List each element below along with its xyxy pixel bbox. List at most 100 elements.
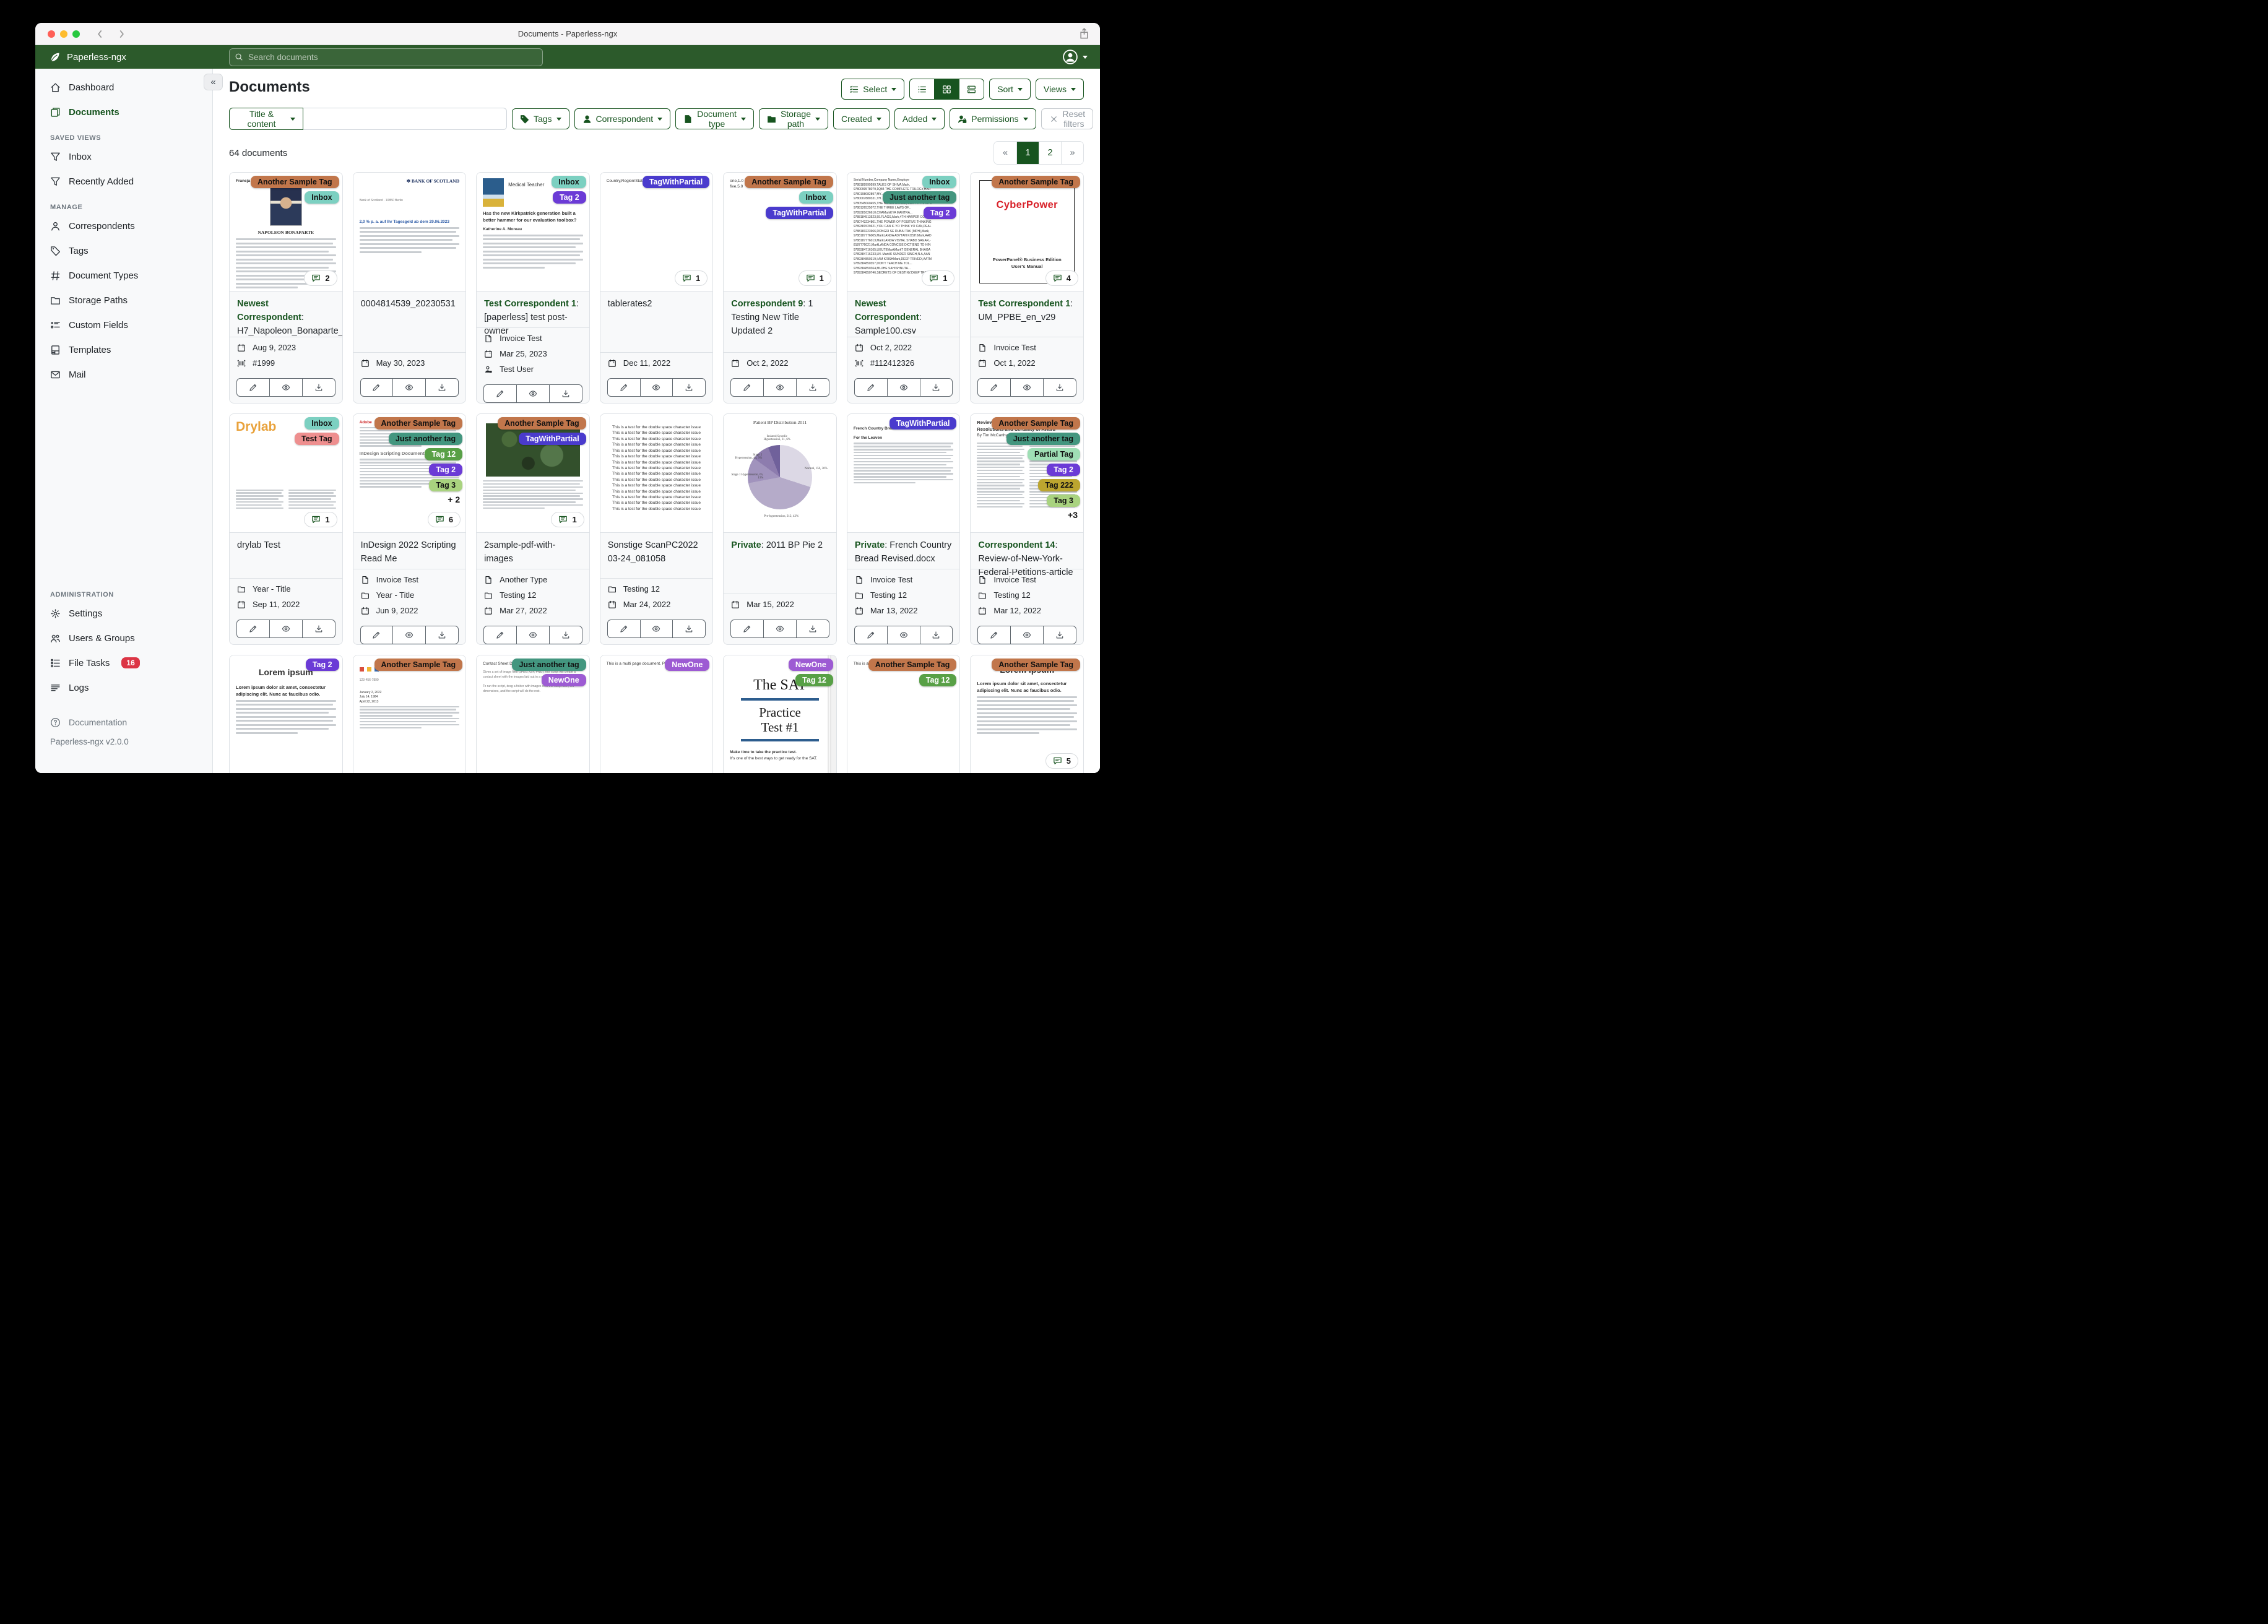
card-thumbnail[interactable]: Drylab Inbox Test Tag 1: [230, 414, 342, 533]
preview-button[interactable]: [639, 620, 673, 638]
filter-button-created[interactable]: Created: [833, 108, 889, 129]
card-thumbnail[interactable]: Serial Number,Company Name,Employe 978818…: [847, 173, 960, 292]
tag-pill-another-sample[interactable]: Another Sample Tag: [374, 417, 463, 430]
tag-pill-tag2[interactable]: Tag 2: [923, 207, 957, 219]
sidebar-item-custom-fields[interactable]: Custom Fields: [35, 313, 212, 337]
preview-button[interactable]: [392, 378, 426, 397]
document-card[interactable]: This is a multi page document. Page 1. Ne…: [599, 655, 714, 773]
card-thumbnail[interactable]: Patient BP Distribution 2011 Isolated Sys…: [724, 414, 836, 533]
preview-button[interactable]: [392, 626, 426, 644]
app-brand[interactable]: Paperless-ngx: [35, 51, 213, 63]
sidebar-item-inbox[interactable]: Inbox: [35, 144, 212, 169]
reset-filters-button[interactable]: Reset filters: [1041, 108, 1094, 129]
tag-pill-just-another[interactable]: Just another tag: [1006, 433, 1080, 445]
sidebar-item-mail[interactable]: Mail: [35, 362, 212, 387]
download-button[interactable]: [425, 378, 459, 397]
comment-badge[interactable]: 5: [1045, 753, 1078, 769]
download-button[interactable]: [425, 626, 459, 644]
zoom-window-button[interactable]: [72, 30, 80, 38]
document-card[interactable]: This is a test for the double space char…: [599, 413, 714, 645]
pagination-prev[interactable]: «: [994, 142, 1016, 164]
edit-button[interactable]: [730, 620, 764, 638]
download-button[interactable]: [672, 378, 706, 397]
download-button[interactable]: [1043, 626, 1076, 644]
sidebar-item-file-tasks[interactable]: File Tasks 16: [35, 650, 212, 675]
card-thumbnail[interactable]: Test Name123-456-7890January 2, 2022July…: [353, 655, 466, 773]
edit-button[interactable]: [977, 378, 1011, 397]
card-thumbnail[interactable]: Adobe InDesign Scripting Documentation Ano…: [353, 414, 466, 533]
document-card[interactable]: Adobe InDesign Scripting Documentation Ano…: [352, 413, 467, 645]
tag-pill-just-another[interactable]: Just another tag: [883, 191, 957, 204]
browser-back-icon[interactable]: [95, 28, 106, 40]
card-title[interactable]: 2sample-pdf-with-images: [477, 533, 589, 569]
edit-button[interactable]: [977, 626, 1011, 644]
card-thumbnail[interactable]: Medical Teacher Has the new Kirkpatrick g…: [477, 173, 589, 292]
preview-button[interactable]: [639, 378, 673, 397]
document-card[interactable]: This is a test Another Sample Tag Tag 12: [846, 655, 961, 773]
download-button[interactable]: [919, 378, 953, 397]
sidebar-item-users-groups[interactable]: Users & Groups: [35, 626, 212, 650]
close-window-button[interactable]: [48, 30, 55, 38]
minimize-window-button[interactable]: [60, 30, 67, 38]
tag-pill-inbox[interactable]: Inbox: [305, 191, 339, 204]
card-thumbnail[interactable]: French Country Bread For the Leaven TagWit…: [847, 414, 960, 533]
comment-badge[interactable]: 6: [427, 512, 461, 527]
tag-pill-tag3[interactable]: Tag 3: [1047, 495, 1080, 507]
tag-pill-inbox[interactable]: Inbox: [305, 417, 339, 430]
filter-button-permissions[interactable]: Permissions: [950, 108, 1036, 129]
tag-pill-tag2[interactable]: Tag 2: [305, 659, 339, 671]
sidebar-item-document-types[interactable]: Document Types: [35, 263, 212, 288]
card-thumbnail[interactable]: ✻ BANK OF SCOTLAND Bank of Scotland · 108…: [353, 173, 466, 292]
sidebar-item-templates[interactable]: Templates: [35, 337, 212, 362]
document-card[interactable]: Contact Sheet Demo Given a set of image f…: [476, 655, 590, 773]
card-title[interactable]: 0004814539_20230531: [353, 292, 466, 352]
document-card[interactable]: Lorem ipsumLorem ipsum dolor sit amet, c…: [970, 655, 1084, 773]
search-input[interactable]: [229, 48, 543, 66]
sidebar-item-tags[interactable]: Tags: [35, 238, 212, 263]
edit-button[interactable]: [854, 378, 888, 397]
card-thumbnail[interactable]: Lorem ipsumLorem ipsum dolor sit amet, c…: [230, 655, 342, 773]
card-title[interactable]: Sonstige ScanPC2022 03-24_081058: [600, 533, 713, 578]
card-thumbnail[interactable]: The SAT Practice Test #1 Make time to take …: [724, 655, 836, 773]
filter-button-document-type[interactable]: Document type: [675, 108, 754, 129]
browser-forward-icon[interactable]: [116, 28, 127, 40]
tag-pill-another-sample[interactable]: Another Sample Tag: [498, 417, 586, 430]
card-thumbnail[interactable]: Contact Sheet Demo Given a set of image f…: [477, 655, 589, 773]
card-title[interactable]: drylab Test: [230, 533, 342, 578]
tag-pill-another-sample[interactable]: Another Sample Tag: [374, 659, 463, 671]
tag-pill-newone[interactable]: NewOne: [788, 659, 833, 671]
comment-badge[interactable]: 1: [675, 270, 708, 286]
download-button[interactable]: [1043, 378, 1076, 397]
preview-button[interactable]: [763, 378, 797, 397]
tag-pill-another-sample[interactable]: Another Sample Tag: [745, 176, 833, 188]
edit-button[interactable]: [483, 384, 517, 403]
comment-badge[interactable]: 1: [922, 270, 955, 286]
sidebar-item-storage-paths[interactable]: Storage Paths: [35, 288, 212, 313]
sidebar-item-documents[interactable]: Documents: [35, 100, 212, 124]
comment-badge[interactable]: 1: [551, 512, 584, 527]
document-card[interactable]: Test Name123-456-7890January 2, 2022July…: [352, 655, 467, 773]
card-thumbnail[interactable]: This is a multi page document. Page 1. Ne…: [600, 655, 713, 773]
document-card[interactable]: Francja pod r NAPOLEON BONAPARTE Another S…: [229, 172, 343, 404]
filter-button-storage-path[interactable]: Storage path: [758, 108, 828, 129]
card-thumbnail[interactable]: Francja pod r NAPOLEON BONAPARTE Another S…: [230, 173, 342, 292]
tag-pill-tag3[interactable]: Tag 3: [429, 479, 463, 491]
tag-pill-another-sample[interactable]: Another Sample Tag: [250, 176, 339, 188]
edit-button[interactable]: [360, 626, 394, 644]
tag-pill-tag12[interactable]: Tag 12: [919, 674, 957, 686]
sidebar-item-recently-added[interactable]: Recently Added: [35, 169, 212, 194]
title-content-filter-button[interactable]: Title & content: [229, 108, 303, 130]
download-button[interactable]: [672, 620, 706, 638]
views-button[interactable]: Views: [1035, 79, 1084, 100]
tag-pill-tag2[interactable]: Tag 2: [552, 191, 586, 204]
sort-button[interactable]: Sort: [989, 79, 1031, 100]
comment-badge[interactable]: 4: [1045, 270, 1078, 286]
download-button[interactable]: [796, 620, 829, 638]
tag-pill-newone[interactable]: NewOne: [541, 674, 586, 686]
card-thumbnail[interactable]: Review of Arbitral Awards Shows Swift Re…: [971, 414, 1083, 533]
download-button[interactable]: [301, 378, 335, 397]
edit-button[interactable]: [854, 626, 888, 644]
edit-button[interactable]: [607, 620, 641, 638]
preview-button[interactable]: [886, 378, 920, 397]
tag-pill-tag222[interactable]: Tag 222: [1038, 479, 1080, 491]
